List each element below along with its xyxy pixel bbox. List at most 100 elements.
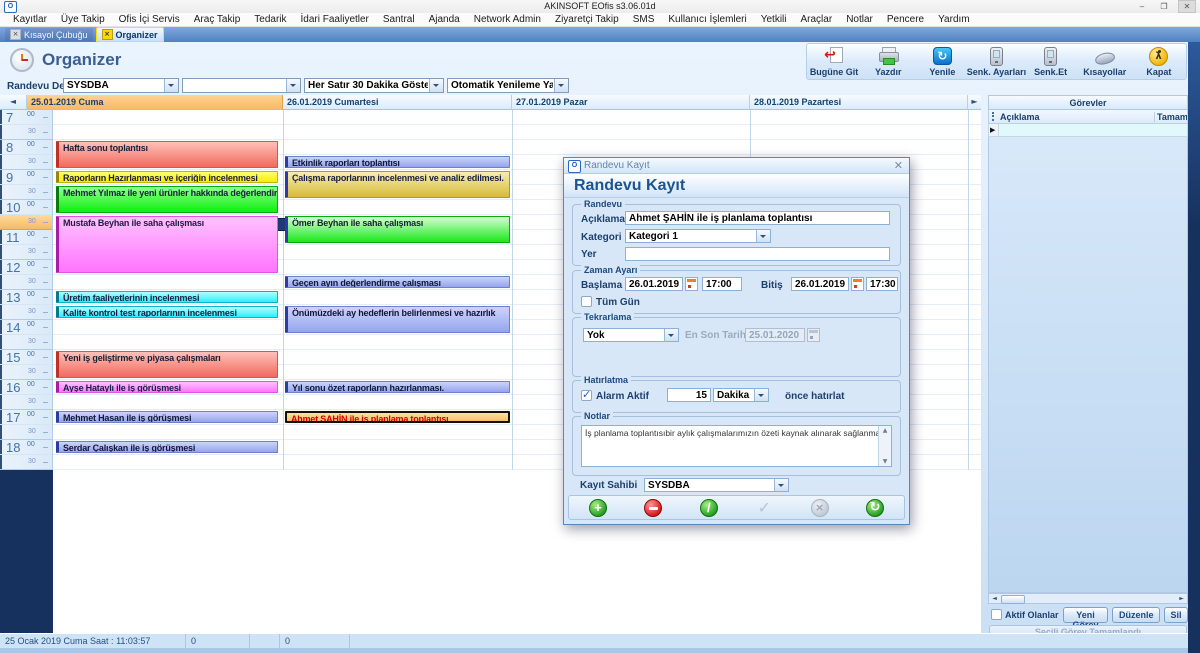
day-header-0[interactable]: 25.01.2019 Cuma xyxy=(27,95,283,110)
add-button[interactable]: + xyxy=(589,499,607,517)
next-day-button[interactable]: ► xyxy=(968,95,981,110)
row-interval-select[interactable]: Her Satır 30 Dakika Göstersin xyxy=(304,78,444,93)
shortcuts-button[interactable]: Kısayollar xyxy=(1078,45,1132,78)
menu-item[interactable]: Network Admin xyxy=(467,14,548,25)
bitis-datepicker-icon[interactable] xyxy=(851,277,864,291)
print-button[interactable]: Yazdır xyxy=(861,45,915,78)
maximize-button[interactable]: ❐ xyxy=(1156,1,1172,12)
time-slot[interactable]: 30 xyxy=(0,455,52,470)
scroll-down-icon[interactable]: ▼ xyxy=(879,458,891,465)
time-slot[interactable]: 1500 xyxy=(0,350,52,365)
dropdown-arrow-icon[interactable] xyxy=(164,79,178,92)
appointment-book-select[interactable]: SYSDBA xyxy=(63,78,179,93)
calendar-event[interactable]: Mustafa Beyhan ile saha çalışması xyxy=(56,216,278,273)
dropdown-arrow-icon[interactable] xyxy=(429,79,443,92)
today-button[interactable]: ↩ Bugüne Git xyxy=(807,45,861,78)
calendar-event[interactable]: Raporların Hazırlanması ve içeriğin ince… xyxy=(56,171,278,183)
dropdown-arrow-icon[interactable] xyxy=(286,79,300,92)
calendar-event[interactable]: Geçen ayın değerlendirme çalışması xyxy=(285,276,510,288)
menu-item[interactable]: SMS xyxy=(626,14,662,25)
notes-textarea[interactable]: İş planlama toplantısıbir aylık çalışmal… xyxy=(581,425,892,467)
tum-gun-checkbox[interactable] xyxy=(581,296,592,307)
tasks-col-aciklama[interactable]: Açıklama xyxy=(1000,112,1154,122)
calendar-event[interactable]: Yıl sonu özet raporların hazırlanması. xyxy=(285,381,510,393)
menu-item[interactable]: Ajanda xyxy=(422,14,467,25)
menu-item[interactable]: Araçlar xyxy=(794,14,840,25)
menu-item[interactable]: Kullanıcı İşlemleri xyxy=(661,14,753,25)
task-row[interactable]: ▶ xyxy=(988,124,1188,137)
calendar-event[interactable]: Ömer Beyhan ile saha çalışması xyxy=(285,216,510,243)
time-slot[interactable]: 1700 xyxy=(0,410,52,425)
prev-day-button[interactable]: ◄ xyxy=(0,95,27,110)
calendar-event[interactable]: Çalışma raporlarının incelenmesi ve anal… xyxy=(285,171,510,198)
alarm-aktif-checkbox[interactable] xyxy=(581,390,592,401)
scroll-left-icon[interactable]: ◄ xyxy=(989,594,1000,603)
scroll-up-icon[interactable]: ▲ xyxy=(879,427,891,434)
dropdown-arrow-icon[interactable] xyxy=(774,479,788,491)
time-slot[interactable]: 30 xyxy=(0,275,52,290)
menu-item[interactable]: Kayıtlar xyxy=(6,14,54,25)
sync-button[interactable]: Senk.Et xyxy=(1024,45,1078,78)
tab-close-icon[interactable]: × xyxy=(102,29,113,40)
menu-item[interactable]: Pencere xyxy=(880,14,931,25)
calendar-event[interactable]: Önümüzdeki ay hedeflerin belirlenmesi ve… xyxy=(285,306,510,333)
undo-button[interactable]: ↻ xyxy=(866,499,884,517)
time-slot[interactable]: 1200 xyxy=(0,260,52,275)
tab-organizer[interactable]: × Organizer xyxy=(96,27,164,42)
time-slot[interactable]: 700 xyxy=(0,110,52,125)
menu-item[interactable]: Ofis İçi Servis xyxy=(112,14,187,25)
time-slot[interactable]: 800 xyxy=(0,140,52,155)
alarm-value-field[interactable]: 15 xyxy=(667,388,711,402)
edit-task-button[interactable]: Düzenle xyxy=(1112,607,1160,623)
baslama-date-field[interactable]: 26.01.2019 xyxy=(625,277,683,291)
menu-item[interactable]: Yardım xyxy=(931,14,977,25)
calendar-event[interactable]: Hafta sonu toplantısı xyxy=(56,141,278,168)
sync-settings-button[interactable]: Senk. Ayarları xyxy=(969,45,1023,78)
time-slot[interactable]: 1300 xyxy=(0,290,52,305)
confirm-button[interactable]: ✓ xyxy=(755,499,773,517)
dropdown-arrow-icon[interactable] xyxy=(664,329,678,341)
dropdown-arrow-icon[interactable] xyxy=(554,79,568,92)
minimize-button[interactable]: – xyxy=(1134,1,1150,12)
time-slot[interactable]: 30 xyxy=(0,125,52,140)
bitis-date-field[interactable]: 26.01.2019 xyxy=(791,277,849,291)
calendar-event[interactable]: Üretim faaliyetlerinin incelenmesi xyxy=(56,291,278,303)
kategori-select[interactable]: Kategori 1 xyxy=(625,229,771,243)
tasks-col-tamamlandi[interactable]: Tamamla xyxy=(1154,112,1187,122)
menu-item[interactable]: Santral xyxy=(376,14,422,25)
scroll-thumb[interactable] xyxy=(1001,595,1025,604)
new-task-button[interactable]: Yeni Görev xyxy=(1063,607,1109,623)
menu-item[interactable]: Yetkili xyxy=(754,14,794,25)
refresh-button[interactable]: ↻ Yenile xyxy=(915,45,969,78)
time-slot[interactable]: 1800 xyxy=(0,440,52,455)
time-slot[interactable]: 30 xyxy=(0,245,52,260)
tab-close-icon[interactable]: × xyxy=(10,29,21,40)
auto-refresh-select[interactable]: Otomatik Yenileme Yapma xyxy=(447,78,569,93)
cancel-button[interactable]: × xyxy=(811,499,829,517)
time-slot[interactable]: 1100 xyxy=(0,230,52,245)
time-slot[interactable]: 30 xyxy=(0,335,52,350)
calendar-event[interactable]: Ayşe Hataylı ile iş görüşmesi xyxy=(56,381,278,393)
menu-item[interactable]: Üye Takip xyxy=(54,14,112,25)
time-slot[interactable]: 30 xyxy=(0,395,52,410)
aciklama-field[interactable]: Ahmet ŞAHİN ile iş planlama toplantısı xyxy=(625,211,890,225)
dialog-close-icon[interactable]: ✕ xyxy=(894,159,903,172)
active-only-checkbox[interactable] xyxy=(991,609,1002,620)
yer-field[interactable] xyxy=(625,247,890,261)
time-slot[interactable]: 30 xyxy=(0,155,52,170)
delete-task-button[interactable]: Sil xyxy=(1164,607,1188,623)
alarm-unit-select[interactable]: Dakika xyxy=(713,388,769,402)
menu-item[interactable]: Ziyaretçi Takip xyxy=(548,14,626,25)
calendar-event[interactable]: Kalite kontrol test raporlarının incelen… xyxy=(56,306,278,318)
menu-item[interactable]: İdari Faaliyetler xyxy=(294,14,376,25)
time-slot[interactable]: 1600 xyxy=(0,380,52,395)
time-slot[interactable]: 30 xyxy=(0,425,52,440)
time-slot[interactable]: 900 xyxy=(0,170,52,185)
day-header-1[interactable]: 26.01.2019 Cumartesi xyxy=(283,95,512,110)
baslama-time-field[interactable]: 17:00 xyxy=(702,277,742,291)
baslama-datepicker-icon[interactable] xyxy=(685,277,698,291)
calendar-event[interactable]: Mehmet Yılmaz ile yeni ürünler hakkında … xyxy=(56,186,278,213)
tasks-list-area[interactable] xyxy=(988,137,1188,593)
time-slot[interactable]: 30 xyxy=(0,305,52,320)
secondary-select[interactable] xyxy=(182,78,301,93)
